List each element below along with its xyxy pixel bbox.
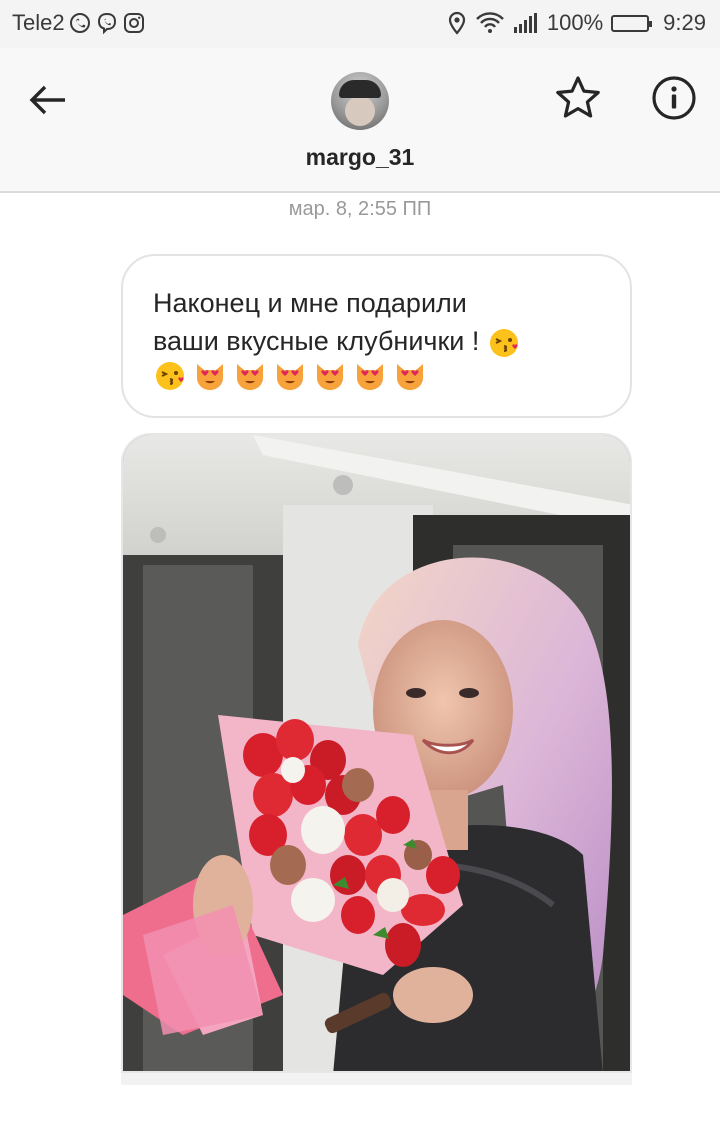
heart-eyes-cat-icon xyxy=(273,360,307,392)
whatsapp-icon xyxy=(68,11,92,35)
photo-message[interactable] xyxy=(121,433,632,1073)
kissing-face-icon xyxy=(487,327,521,359)
info-icon xyxy=(652,76,696,120)
status-left: Tele2 xyxy=(12,10,146,36)
signal-icon xyxy=(513,12,539,34)
emoji-row xyxy=(153,360,600,392)
message-timestamp: мар. 8, 2:55 ПП xyxy=(288,198,432,220)
heart-eyes-cat-icon xyxy=(193,360,227,392)
battery-icon xyxy=(611,14,653,32)
instagram-icon xyxy=(122,11,146,35)
back-arrow-icon xyxy=(29,85,65,115)
location-icon xyxy=(447,11,467,35)
message-text: Наконец и мне подарили ваши вкусные клуб… xyxy=(153,288,480,356)
username[interactable]: margo_31 xyxy=(0,144,720,171)
photo-footer-strip xyxy=(121,1073,632,1085)
heart-eyes-cat-icon xyxy=(233,360,267,392)
wifi-icon xyxy=(475,11,505,35)
avatar-face xyxy=(345,96,375,126)
info-button[interactable] xyxy=(650,74,698,122)
status-bar: Tele2 100% 9:29 xyxy=(0,0,720,48)
heart-eyes-cat-icon xyxy=(393,360,427,392)
star-icon xyxy=(556,76,600,118)
avatar[interactable] xyxy=(331,72,389,130)
photo-icon xyxy=(123,435,630,1071)
clock: 9:29 xyxy=(663,10,706,35)
back-button[interactable] xyxy=(26,78,70,122)
carrier-label: Tele2 xyxy=(12,10,65,35)
kissing-face-icon xyxy=(153,360,187,392)
heart-eyes-cat-icon xyxy=(313,360,347,392)
message-bubble[interactable]: Наконец и мне подарили ваши вкусные клуб… xyxy=(121,254,632,418)
chat-header: margo_31 xyxy=(0,48,720,193)
heart-eyes-cat-icon xyxy=(353,360,387,392)
avatar-cap xyxy=(339,80,381,98)
viber-icon xyxy=(95,11,119,35)
status-right: 100% 9:29 xyxy=(447,10,706,36)
message-text-wrap: Наконец и мне подарили ваши вкусные клуб… xyxy=(153,284,600,360)
battery-percent: 100% xyxy=(546,10,604,35)
favorite-button[interactable] xyxy=(553,72,603,122)
